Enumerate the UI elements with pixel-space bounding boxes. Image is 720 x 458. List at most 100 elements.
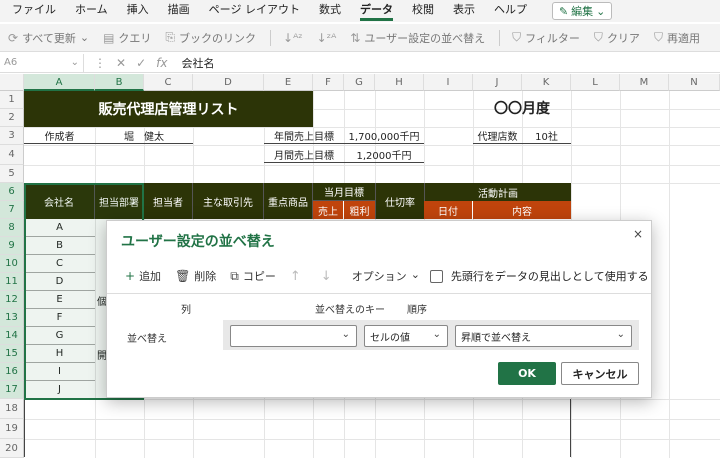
- column-header-g[interactable]: G: [344, 74, 375, 91]
- row-header-8[interactable]: 8: [0, 219, 24, 237]
- name-box[interactable]: A6 ⌄: [0, 53, 84, 72]
- header-monthly-target[interactable]: 当月目標: [313, 183, 375, 201]
- cancel-x-icon[interactable]: ✕: [116, 56, 126, 70]
- cancel-button[interactable]: キャンセル: [561, 362, 639, 385]
- row-header-14[interactable]: 14: [0, 327, 24, 345]
- refresh-all-label: すべて更新: [22, 31, 76, 45]
- query-button[interactable]: ▤ クエリ: [103, 30, 151, 46]
- annual-target-value[interactable]: 1,700,000千円: [344, 128, 424, 144]
- custom-sort-button[interactable]: ⇅ ユーザー設定の並べ替え: [350, 30, 485, 46]
- header-activity-plan[interactable]: 活動計画: [424, 183, 571, 201]
- header-content[interactable]: 内容: [473, 201, 571, 219]
- row-header-11[interactable]: 11: [0, 273, 24, 291]
- row-header-5[interactable]: 5: [0, 165, 24, 183]
- filter-label: フィルター: [525, 31, 580, 45]
- annual-target-label[interactable]: 年間売上目標: [264, 128, 344, 144]
- row-header-19[interactable]: 19: [0, 419, 24, 439]
- agency-count-value[interactable]: 10社: [522, 128, 571, 144]
- order-select[interactable]: 昇順で並べ替え ⌄: [455, 325, 632, 347]
- tab-file[interactable]: ファイル: [12, 0, 56, 22]
- column-header-i[interactable]: I: [424, 74, 473, 91]
- header-date[interactable]: 日付: [424, 201, 473, 219]
- sheet-title[interactable]: 販売代理店管理リスト: [24, 91, 313, 127]
- author-label[interactable]: 作成者: [24, 128, 95, 144]
- fx-icon[interactable]: fx: [156, 56, 167, 70]
- move-up-button[interactable]: ↑: [290, 269, 301, 284]
- row-header-18[interactable]: 18: [0, 399, 24, 419]
- row-header-9[interactable]: 9: [0, 237, 24, 255]
- sort-descending-icon: ↓ᶻᴬ: [316, 30, 337, 45]
- row-header-16[interactable]: 16: [0, 363, 24, 381]
- month-label[interactable]: 〇〇月度: [473, 98, 571, 118]
- monthly-target-value[interactable]: 1,2000千円: [344, 147, 424, 163]
- row-header-10[interactable]: 10: [0, 255, 24, 273]
- tab-draw[interactable]: 描画: [168, 0, 190, 22]
- tab-formulas[interactable]: 数式: [319, 0, 341, 22]
- row-header-6[interactable]: 6: [0, 183, 24, 201]
- row-header-15[interactable]: 15: [0, 345, 24, 363]
- row-header-2[interactable]: 2: [0, 109, 24, 127]
- agency-count-label[interactable]: 代理店数: [473, 128, 522, 144]
- select-all-corner[interactable]: [0, 74, 24, 91]
- book-links-button[interactable]: ⎘ ブックのリンク: [165, 30, 256, 46]
- tab-data[interactable]: データ: [359, 0, 393, 22]
- sort-key-select[interactable]: セルの値 ⌄: [364, 325, 448, 347]
- tab-help[interactable]: ヘルプ: [494, 0, 527, 22]
- tab-review[interactable]: 校閲: [412, 0, 434, 22]
- refresh-all-button[interactable]: ⟳ すべて更新 ⌄: [8, 30, 89, 46]
- clear-filter-button[interactable]: ⛉ クリア: [594, 30, 640, 46]
- column-header-l[interactable]: L: [571, 74, 620, 91]
- monthly-target-label[interactable]: 月間売上目標: [264, 147, 344, 163]
- close-icon[interactable]: ×: [633, 227, 643, 241]
- tab-home[interactable]: ホーム: [75, 0, 108, 22]
- filter-button[interactable]: ⛉ フィルター: [512, 30, 580, 46]
- header-sales[interactable]: 売上: [313, 201, 344, 219]
- sort-descending-button[interactable]: ↓ᶻᴬ: [317, 31, 337, 45]
- tab-page-layout[interactable]: ページ レイアウト: [209, 0, 300, 22]
- copy-level-button[interactable]: ⧉ コピー: [230, 268, 276, 284]
- column-header-b[interactable]: B: [95, 74, 144, 91]
- column-header-a[interactable]: A: [24, 74, 95, 91]
- row-header-1[interactable]: 1: [0, 91, 24, 109]
- edit-mode-button[interactable]: ✎ 編集 ⌄: [551, 2, 613, 20]
- author-name[interactable]: 堀 健太: [95, 128, 193, 144]
- row-header-3[interactable]: 3: [0, 127, 24, 145]
- header-product[interactable]: 重点商品: [264, 183, 313, 219]
- formula-content[interactable]: 会社名: [181, 55, 214, 71]
- header-person[interactable]: 担当者: [144, 183, 193, 219]
- header-row-checkbox-label: 先頭行をデータの見出しとして使用する: [450, 270, 649, 283]
- row-header-17[interactable]: 17: [0, 381, 24, 399]
- edit-mode-label: 編集: [571, 5, 594, 18]
- row-header-20[interactable]: 20: [0, 439, 24, 458]
- column-header-e[interactable]: E: [264, 74, 313, 91]
- column-header-j[interactable]: J: [473, 74, 522, 91]
- header-wholesale-rate[interactable]: 仕切率: [375, 183, 424, 219]
- column-header-c[interactable]: C: [144, 74, 193, 91]
- row-header-12[interactable]: 12: [0, 291, 24, 309]
- sort-ascending-button[interactable]: ↓ᴬᶻ: [283, 31, 303, 45]
- column-header-h[interactable]: H: [375, 74, 424, 91]
- more-options-icon[interactable]: ⋮: [94, 56, 106, 70]
- column-select[interactable]: ⌄: [230, 325, 357, 347]
- column-header-n[interactable]: N: [669, 74, 720, 91]
- header-profit[interactable]: 粗利: [344, 201, 375, 219]
- custom-sort-label: ユーザー設定の並べ替え: [364, 31, 486, 45]
- column-header-m[interactable]: M: [620, 74, 669, 91]
- row-header-13[interactable]: 13: [0, 309, 24, 327]
- confirm-check-icon[interactable]: ✓: [136, 56, 146, 70]
- reapply-button[interactable]: ⛉ 再適用: [654, 30, 700, 46]
- row-header-4[interactable]: 4: [0, 145, 24, 165]
- column-header-f[interactable]: F: [313, 74, 344, 91]
- ok-button[interactable]: OK: [498, 362, 556, 385]
- add-level-button[interactable]: + 追加: [125, 268, 161, 284]
- header-main-client[interactable]: 主な取引先: [193, 183, 264, 219]
- header-row-checkbox[interactable]: [429, 269, 443, 283]
- tab-view[interactable]: 表示: [453, 0, 475, 22]
- tab-insert[interactable]: 挿入: [127, 0, 149, 22]
- delete-level-button[interactable]: 🗑 削除: [175, 268, 216, 284]
- row-header-7[interactable]: 7: [0, 201, 24, 219]
- move-down-button[interactable]: ↓: [321, 269, 332, 284]
- column-header-k[interactable]: K: [522, 74, 571, 91]
- options-button[interactable]: オプション ⌄: [352, 268, 420, 284]
- column-header-d[interactable]: D: [193, 74, 264, 91]
